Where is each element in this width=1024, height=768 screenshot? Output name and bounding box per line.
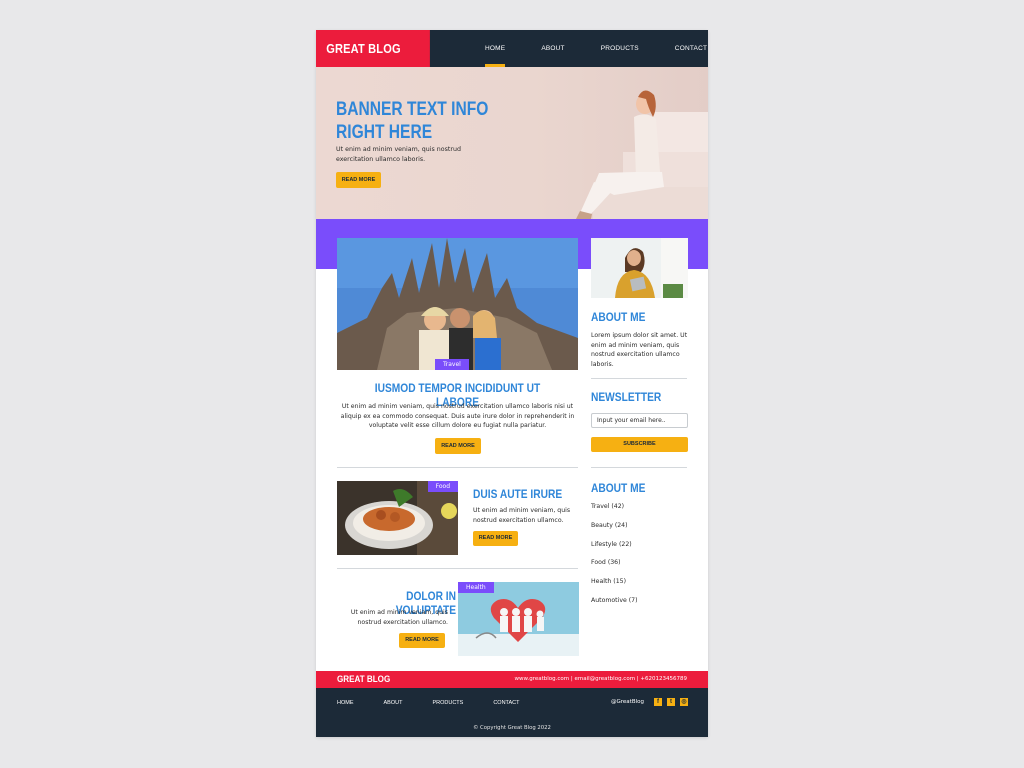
- featured-post-excerpt: Ut enim ad minim veniam, quis nostrud ex…: [340, 403, 575, 429]
- category-item[interactable]: Lifestyle (22): [591, 538, 691, 557]
- nav-about[interactable]: ABOUT: [532, 30, 573, 67]
- subscribe-button[interactable]: SUBSCRIBE: [591, 437, 688, 452]
- footer-logo[interactable]: GREAT BLOG: [337, 671, 390, 688]
- health-tag[interactable]: Health: [458, 582, 494, 593]
- food-post-title[interactable]: DUIS AUTE IRURE: [473, 487, 562, 501]
- nav-home[interactable]: HOME: [476, 30, 514, 67]
- category-name: Travel: [591, 503, 610, 510]
- footer-top-bar: GREAT BLOG www.greatblog.com | email@gre…: [316, 671, 708, 688]
- health-image[interactable]: Health: [458, 582, 579, 656]
- profile-image: [591, 238, 688, 298]
- category-item[interactable]: Automotive (7): [591, 594, 691, 613]
- nav-products[interactable]: PRODUCTS: [592, 30, 648, 67]
- categories-title: ABOUT ME: [591, 481, 646, 495]
- category-name: Health: [591, 578, 612, 586]
- food-read-more-button[interactable]: READ MORE: [473, 531, 518, 546]
- travel-photo: [337, 238, 578, 370]
- hero-title-line1: BANNER TEXT INFO: [336, 99, 489, 120]
- health-read-more-button[interactable]: READ MORE: [399, 633, 445, 648]
- category-item[interactable]: Travel (42): [591, 500, 691, 519]
- footer-nav-products[interactable]: PRODUCTS: [432, 698, 463, 708]
- hero-text: Ut enim ad minim veniam, quis nostrud ex…: [336, 146, 461, 163]
- social-handle: @GreatBlog: [611, 699, 644, 705]
- hero-banner: BANNER TEXT INFO RIGHT HERE Ut enim ad m…: [316, 67, 708, 219]
- divider: [591, 467, 687, 468]
- food-tag[interactable]: Food: [427, 481, 458, 492]
- health-post-excerpt: Ut enim ad minim veniam, quis nostrud ex…: [350, 609, 448, 626]
- food-post-excerpt: Ut enim ad minim veniam, quis nostrud ex…: [473, 507, 571, 524]
- food-image[interactable]: Food: [337, 481, 458, 555]
- instagram-icon[interactable]: ◎: [680, 698, 688, 706]
- main-nav: HOME ABOUT PRODUCTS CONTACT: [476, 30, 708, 67]
- footer-nav-contact[interactable]: CONTACT: [493, 698, 519, 708]
- category-count: (42): [611, 503, 625, 510]
- social-links: @GreatBlog f t ◎: [611, 698, 688, 706]
- about-me-text: Lorem ipsum dolor sit amet. Ut enim ad m…: [591, 332, 688, 368]
- travel-image[interactable]: Travel: [337, 238, 578, 370]
- profile-photo: [591, 238, 688, 298]
- footer-contact-info: www.greatblog.com | email@greatblog.com …: [514, 676, 687, 682]
- category-count: (7): [628, 596, 638, 604]
- blog-page: GREAT BLOG HOME ABOUT PRODUCTS CONTACT B…: [316, 30, 708, 737]
- category-name: Beauty: [591, 521, 613, 529]
- category-list: Travel (42) Beauty (24) Lifestyle (22) F…: [591, 500, 691, 613]
- featured-read-more-button[interactable]: READ MORE: [435, 438, 481, 454]
- footer-nav-home[interactable]: HOME: [337, 698, 354, 708]
- site-logo[interactable]: GREAT BLOG: [316, 30, 430, 67]
- category-name: Lifestyle: [591, 540, 617, 548]
- footer-nav-about[interactable]: ABOUT: [384, 698, 403, 708]
- divider: [337, 568, 578, 569]
- site-header: GREAT BLOG HOME ABOUT PRODUCTS CONTACT: [316, 30, 708, 67]
- travel-tag[interactable]: Travel: [435, 359, 469, 370]
- category-count: (15): [613, 578, 626, 586]
- about-me-title: ABOUT ME: [591, 310, 646, 324]
- hero-woman-image: [576, 90, 664, 219]
- category-name: Automotive: [591, 596, 627, 604]
- category-item[interactable]: Beauty (24): [591, 519, 691, 538]
- category-name: Food: [591, 559, 606, 567]
- food-photo: [337, 481, 458, 555]
- category-count: (36): [607, 559, 621, 567]
- hero-title: BANNER TEXT INFO RIGHT HERE: [336, 98, 492, 144]
- divider: [591, 378, 687, 379]
- health-photo: [458, 582, 579, 656]
- copyright-text: © Copyright Great Blog 2022: [473, 725, 551, 731]
- hero-title-line2: RIGHT HERE: [336, 122, 433, 143]
- category-count: (22): [618, 540, 632, 548]
- category-item[interactable]: Food (36): [591, 556, 691, 575]
- category-item[interactable]: Health (15): [591, 575, 691, 594]
- newsletter-email-input[interactable]: [591, 413, 688, 428]
- footer-nav: HOME ABOUT PRODUCTS CONTACT: [337, 698, 550, 708]
- twitter-icon[interactable]: t: [667, 698, 675, 706]
- hero-read-more-button[interactable]: READ MORE: [336, 172, 381, 188]
- facebook-icon[interactable]: f: [654, 698, 662, 706]
- nav-contact[interactable]: CONTACT: [666, 30, 708, 67]
- newsletter-title: NEWSLETTER: [591, 390, 662, 404]
- divider: [337, 467, 578, 468]
- footer-bottom: HOME ABOUT PRODUCTS CONTACT @GreatBlog f…: [316, 688, 708, 737]
- category-count: (24): [614, 521, 628, 529]
